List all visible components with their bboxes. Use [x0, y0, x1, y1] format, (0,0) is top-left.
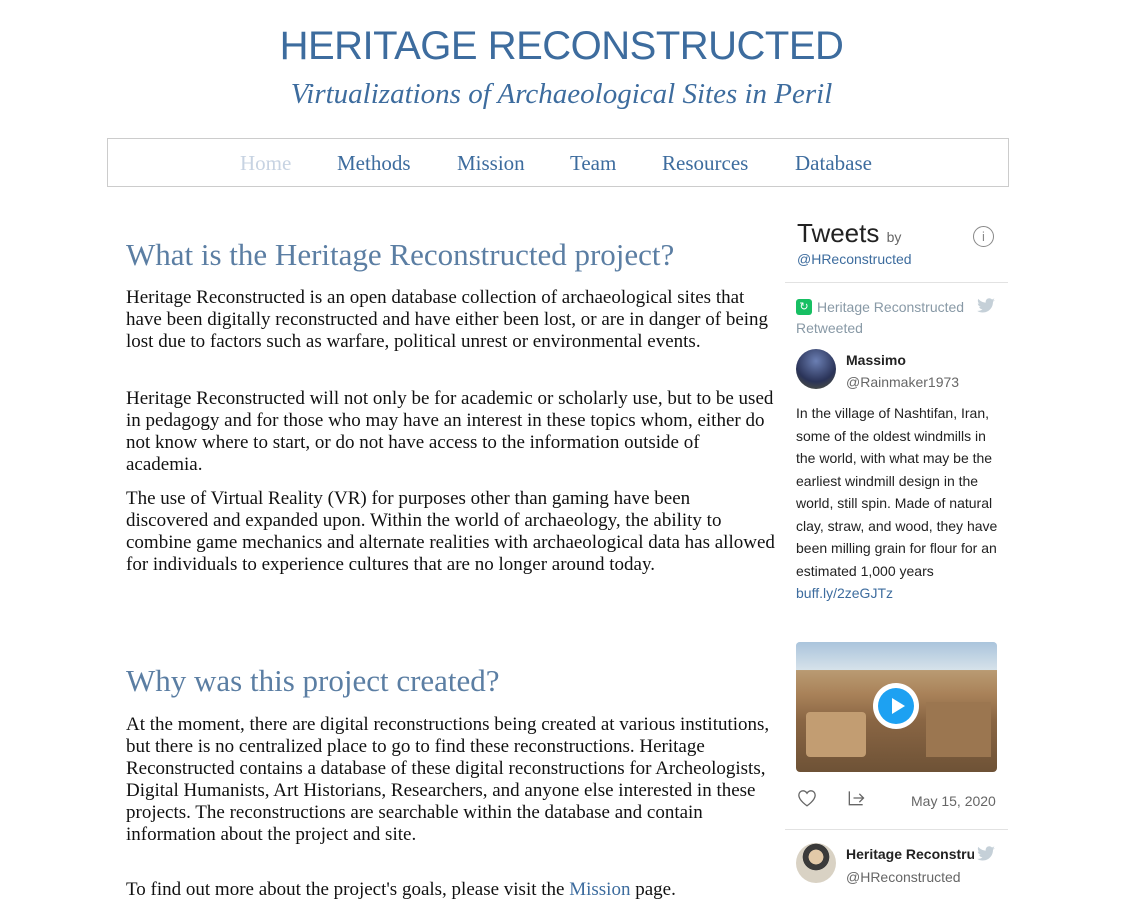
tweet-text-content: In the village of Nashtifan, Iran, some …	[796, 405, 998, 579]
main-nav: Home Methods Mission Team Resources Data…	[107, 138, 1009, 187]
play-icon-triangle	[892, 698, 905, 714]
play-icon-circle	[878, 688, 914, 724]
avatar-heritage-reconstructed[interactable]	[796, 843, 836, 883]
tweet-date[interactable]: May 15, 2020	[911, 793, 996, 809]
tweet-link[interactable]: buff.ly/2zeGJTz	[796, 585, 893, 601]
retweet-icon: ↻	[796, 299, 812, 315]
tweets-handle-link[interactable]: @HReconstructed	[797, 251, 912, 267]
paragraph-mission: To find out more about the project's goa…	[126, 879, 776, 901]
retweeted-label: Retweeted	[796, 320, 863, 336]
tweet2-author-name[interactable]: Heritage Reconstructed	[846, 846, 974, 862]
paragraph-why: At the moment, there are digital reconst…	[126, 714, 770, 845]
retweeted-by[interactable]: Heritage Reconstructed	[817, 299, 964, 315]
site-title: HERITAGE RECONSTRUCTED	[279, 24, 844, 68]
tweet-author-handle[interactable]: @Rainmaker1973	[846, 374, 959, 390]
site-subtitle: Virtualizations of Archaeological Sites …	[290, 78, 833, 110]
tweet2-author-handle[interactable]: @HReconstructed	[846, 869, 961, 885]
twitter-bird-icon-2[interactable]	[976, 846, 996, 862]
nav-home[interactable]: Home	[240, 151, 291, 176]
paragraph-vr: The use of Virtual Reality (VR) for purp…	[126, 488, 775, 575]
tweet-text: In the village of Nashtifan, Iran, some …	[796, 402, 1001, 605]
twitter-bird-icon[interactable]	[976, 298, 996, 314]
tweets-divider	[785, 282, 1008, 283]
heart-icon[interactable]	[797, 789, 817, 807]
nav-team[interactable]: Team	[570, 151, 616, 176]
nav-mission[interactable]: Mission	[457, 151, 525, 176]
tweets-header: Tweets by	[797, 218, 901, 249]
paragraph-intro: Heritage Reconstructed is an open databa…	[126, 287, 769, 352]
video-wall-left	[806, 712, 866, 757]
share-icon[interactable]	[846, 788, 866, 808]
nav-methods[interactable]: Methods	[337, 151, 411, 176]
nav-database[interactable]: Database	[795, 151, 872, 176]
tweet-author-name[interactable]: Massimo	[846, 352, 906, 368]
tweets-divider-2	[785, 829, 1008, 830]
section-heading-what: What is the Heritage Reconstructed proje…	[126, 237, 675, 272]
paragraph-usage: Heritage Reconstructed will not only be …	[126, 388, 774, 475]
tweet-video-thumbnail[interactable]	[796, 642, 997, 772]
play-icon[interactable]	[873, 683, 919, 729]
tweets-by: by	[886, 229, 902, 245]
avatar-massimo[interactable]	[796, 349, 836, 389]
tweets-title: Tweets	[797, 218, 880, 248]
section-heading-why: Why was this project created?	[126, 663, 500, 698]
info-icon[interactable]: i	[973, 226, 994, 247]
video-sky	[796, 642, 997, 670]
video-wall-right	[926, 702, 991, 757]
nav-resources[interactable]: Resources	[662, 151, 748, 176]
